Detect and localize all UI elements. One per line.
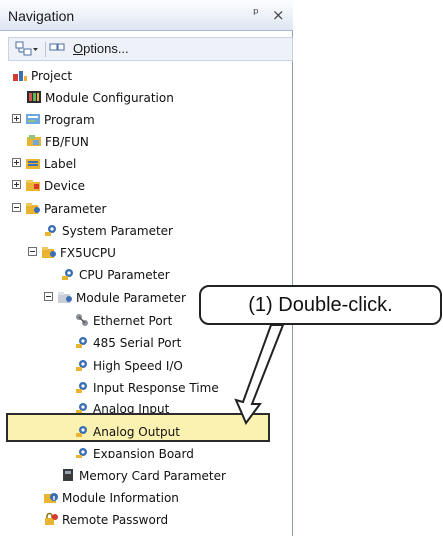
collapse-toggle-icon[interactable] — [28, 247, 37, 256]
close-icon[interactable]: × — [272, 6, 285, 24]
tree-label: Analog Input — [93, 402, 170, 413]
parameter-folder-icon — [26, 203, 40, 214]
parameter-icon — [76, 403, 87, 413]
parameter-icon — [76, 448, 87, 458]
tree-label: Ethernet Port — [93, 314, 173, 328]
tree-label: Label — [44, 157, 77, 171]
options-mnemonic: O — [73, 41, 84, 56]
device-icon — [26, 180, 40, 191]
pin-icon[interactable]: ᵖ — [253, 6, 259, 22]
tree-label-selected: Analog Output — [93, 425, 180, 439]
instruction-callout: (1) Double-click. — [199, 285, 442, 325]
memory-card-icon — [63, 469, 73, 481]
tree-label: System Parameter — [62, 224, 173, 238]
tree-item-ethernet-port[interactable]: Ethernet Port — [74, 311, 172, 331]
tree-label: FB/FUN — [45, 135, 89, 149]
expand-all-icon[interactable] — [15, 41, 39, 58]
tree-label: Device — [44, 179, 86, 193]
ethernet-port-icon — [76, 314, 88, 326]
tree-item-analog-input[interactable]: Analog Input — [74, 399, 169, 413]
tree-label: Expansion Board — [93, 447, 194, 458]
fb-fun-icon — [27, 135, 41, 146]
expand-toggle-icon[interactable] — [12, 158, 21, 167]
tree-label: Remote Password — [62, 513, 169, 527]
expand-toggle-icon[interactable] — [12, 180, 21, 189]
parameter-icon — [76, 337, 87, 348]
options-button[interactable]: Options... — [73, 41, 129, 56]
tree-item-memory-card-parameter[interactable]: Memory Card Parameter — [60, 466, 226, 486]
tree-item-remote-password[interactable]: Remote Password — [43, 510, 168, 530]
tree-item-analog-output[interactable]: Analog Output — [74, 422, 180, 442]
tree-item-module-configuration[interactable]: Module Configuration — [26, 88, 174, 108]
tree-item-high-speed-io[interactable]: High Speed I/O — [74, 356, 183, 376]
parameter-folder-icon — [58, 292, 72, 303]
callout-text: (1) Double-click. — [248, 294, 393, 316]
parameter-icon — [76, 382, 87, 393]
parameter-icon — [76, 426, 87, 437]
tree-label: FX5UCPU — [60, 246, 116, 260]
panel-title: Navigation — [8, 8, 75, 24]
parameter-icon — [76, 360, 87, 371]
tree-item-fb-fun[interactable]: FB/FUN — [26, 132, 89, 152]
tree-item-parameter[interactable]: Parameter — [12, 199, 106, 219]
tree-label: Project — [31, 69, 73, 83]
project-icon — [13, 71, 27, 81]
tree-item-input-response-time[interactable]: Input Response Time — [74, 378, 219, 398]
options-label-rest: ptions... — [83, 41, 129, 56]
collapse-toggle-icon[interactable] — [12, 203, 21, 212]
collapse-all-icon[interactable] — [49, 41, 65, 58]
tree-label: 485 Serial Port — [93, 336, 182, 350]
expand-toggle-icon[interactable] — [12, 114, 21, 123]
tree-item-cpu-parameter[interactable]: CPU Parameter — [60, 265, 170, 285]
toolbar-separator — [45, 42, 46, 57]
parameter-icon — [62, 269, 73, 280]
tree-item-expansion-board[interactable]: Expansion Board — [74, 446, 194, 458]
collapse-toggle-icon[interactable] — [44, 292, 53, 301]
label-icon — [26, 159, 40, 169]
tree-item-fx5ucpu[interactable]: FX5UCPU — [28, 243, 116, 263]
tree-label: Input Response Time — [93, 381, 219, 395]
tree-item-485-serial-port[interactable]: 485 Serial Port — [74, 333, 181, 353]
parameter-folder-icon — [42, 247, 56, 258]
tree-label: Memory Card Parameter — [79, 469, 226, 483]
remote-password-icon — [45, 512, 58, 525]
tree-item-module-parameter[interactable]: Module Parameter — [44, 288, 186, 308]
module-information-icon — [44, 493, 58, 503]
tree-label: Parameter — [44, 202, 107, 216]
tree-item-label[interactable]: Label — [12, 154, 76, 174]
tree-label: Module Configuration — [45, 91, 174, 105]
navigation-panel: Navigation ᵖ × Options... Project Module… — [0, 0, 293, 536]
tree-label: Module Information — [62, 491, 179, 505]
tree-label: CPU Parameter — [79, 268, 170, 282]
parameter-icon — [45, 225, 56, 236]
tree-label: Program — [44, 113, 95, 127]
tree-item-program[interactable]: Program — [12, 110, 95, 130]
tree-item-device[interactable]: Device — [12, 176, 85, 196]
tree-item-module-information[interactable]: Module Information — [43, 488, 179, 508]
tree-label: Module Parameter — [76, 291, 186, 305]
program-icon — [26, 114, 40, 124]
tree-item-system-parameter[interactable]: System Parameter — [43, 221, 173, 241]
module-configuration-icon — [27, 91, 41, 103]
tree-label: High Speed I/O — [93, 359, 183, 373]
navigation-toolbar: Options... — [8, 37, 293, 61]
tree-item-project[interactable]: Project — [12, 66, 72, 86]
panel-titlebar: Navigation ᵖ × — [0, 0, 293, 31]
